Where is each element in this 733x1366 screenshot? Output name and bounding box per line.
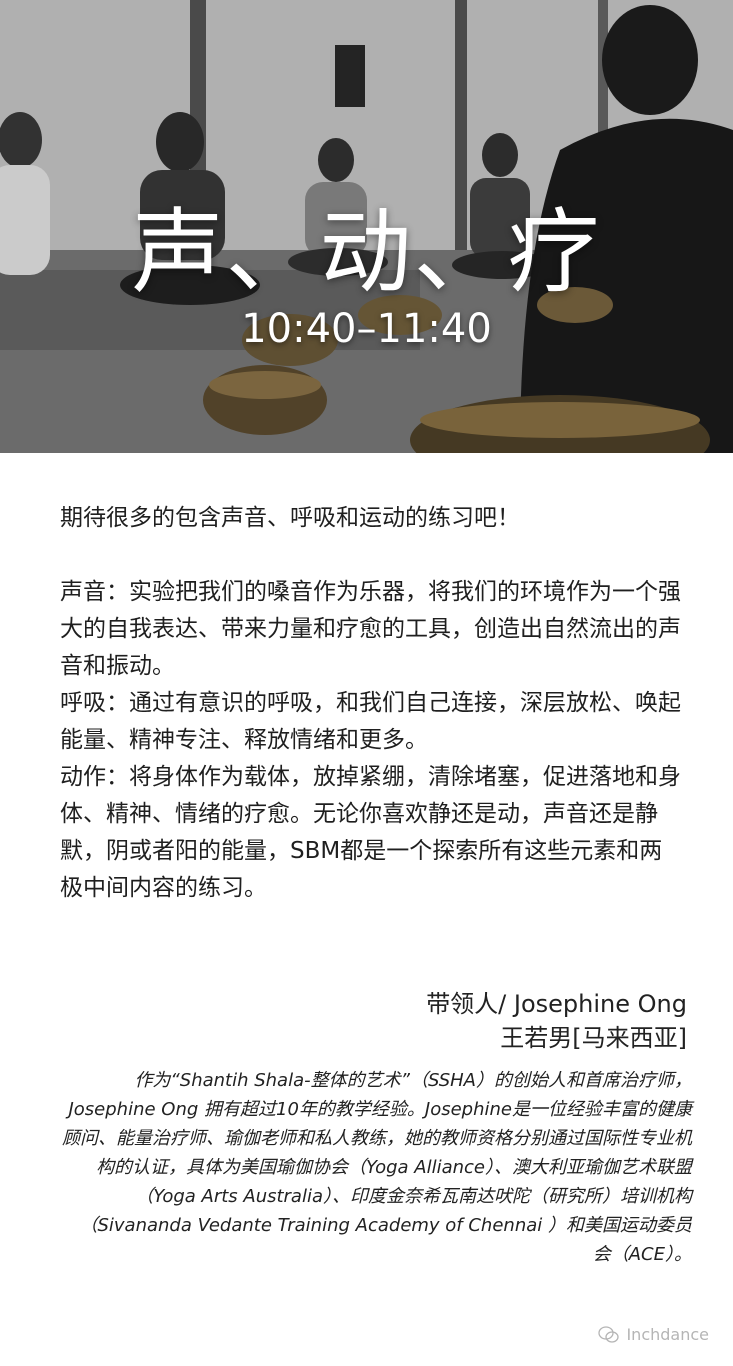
leader-name: 带领人/ Josephine Ong [426,990,687,1018]
hero-time: 10:40–11:40 [241,306,492,352]
paragraph-movement: 动作：将身体作为载体，放掉紧绷，清除堵塞，促进落地和身体、精神、情绪的疗愈。无论… [60,764,681,901]
wechat-icon [598,1325,620,1343]
hero-banner: 声、动、疗 10:40–11:40 [0,0,733,453]
paragraph-breath: 呼吸：通过有意识的呼吸，和我们自己连接，深层放松、唤起能量、精神专注、释放情绪和… [60,690,681,753]
article-body: 期待很多的包含声音、呼吸和运动的练习吧！ 声音：实验把我们的嗓音作为乐器，将我们… [60,500,685,907]
hero-title: 声、动、疗 [131,199,602,306]
paragraph-sound: 声音：实验把我们的嗓音作为乐器，将我们的环境作为一个强大的自我表达、带来力量和疗… [60,579,681,679]
leader-chinese-name: 王若男[马来西亚] [500,1024,687,1052]
watermark-text: Inchdance [626,1325,709,1344]
leader-bio: 作为“Shantih Shala-整体的艺术”（SSHA）的创始人和首席治疗师，… [62,1070,692,1265]
watermark: Inchdance [598,1325,709,1344]
intro-text: 期待很多的包含声音、呼吸和运动的练习吧！ [60,505,520,531]
leader-block: 带领人/ Josephine Ong 王若男[马来西亚] [426,987,687,1055]
